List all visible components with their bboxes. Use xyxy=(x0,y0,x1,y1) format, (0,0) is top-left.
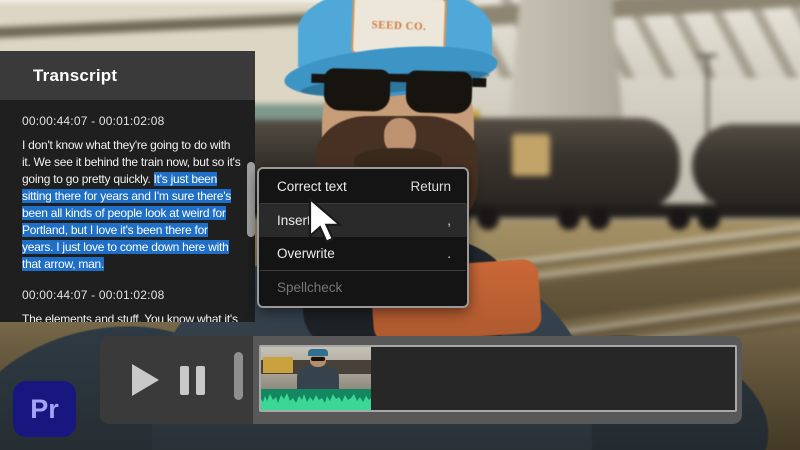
mini-speaker-cap xyxy=(308,349,328,356)
transcript-timecode: 00:00:44:07 - 00:01:02:08 xyxy=(22,114,165,128)
menu-item-shortcut: , xyxy=(447,213,451,228)
pause-icon xyxy=(195,365,205,395)
sunglasses-bridge xyxy=(384,73,413,83)
transcript-scrollbar[interactable] xyxy=(247,162,255,237)
cursor-arrow-icon xyxy=(308,196,343,244)
premiere-pro-screen: SEED CO. Transcript 00:00:44:07 - 00:01:… xyxy=(0,0,800,450)
transcript-panel-title: Transcript xyxy=(33,65,118,85)
pause-icon xyxy=(179,365,189,395)
sunglasses xyxy=(311,68,487,118)
menu-item-label: Spellcheck xyxy=(277,280,343,295)
premiere-pro-logo-text: Pr xyxy=(30,393,59,424)
menu-item-label: Insert xyxy=(277,213,311,228)
drag-handle[interactable] xyxy=(234,352,243,400)
play-button[interactable] xyxy=(126,362,162,398)
mini-speaker xyxy=(297,365,339,389)
premiere-pro-logo: Pr xyxy=(13,381,76,437)
play-icon xyxy=(132,364,159,396)
waveform-icon xyxy=(261,393,371,410)
player-controls xyxy=(100,336,253,424)
timeline-strip[interactable] xyxy=(259,345,737,412)
pause-button[interactable] xyxy=(174,362,210,398)
mouse-cursor-icon xyxy=(308,196,350,250)
transcript-segment[interactable]: The elements and stuff. You know what it… xyxy=(22,311,241,322)
transcript-text[interactable]: The elements and stuff. You know what it… xyxy=(22,312,238,322)
menu-item-overwrite[interactable]: Overwrite . xyxy=(259,237,467,270)
menu-item-shortcut: Return xyxy=(410,179,451,194)
menu-item-shortcut: . xyxy=(447,246,451,261)
menu-item-label: Correct text xyxy=(277,179,347,194)
sunglasses-lens xyxy=(323,68,391,112)
transcript-context-menu: Correct text Return Insert , Overwrite .… xyxy=(257,167,469,308)
sunglasses-lens xyxy=(405,70,473,114)
player-timeline-container xyxy=(253,336,742,424)
transcript-timecode: 00:00:44:07 - 00:01:02:08 xyxy=(22,288,165,302)
menu-item-insert[interactable]: Insert , xyxy=(259,204,467,237)
clip-thumbnail[interactable] xyxy=(261,347,371,410)
transcript-segment[interactable]: I don't know what they're going to do wi… xyxy=(22,137,241,273)
clip-video-frame xyxy=(261,347,371,389)
mini-speaker-sunglasses xyxy=(311,357,325,361)
sunglasses-temple xyxy=(472,77,487,88)
sunglasses-temple xyxy=(311,73,326,84)
menu-item-correct-text[interactable]: Correct text Return xyxy=(259,170,467,203)
transcript-panel: 00:00:44:07 - 00:01:02:08 I don't know w… xyxy=(0,100,255,322)
transcript-selected-text[interactable]: It's just been sitting there for years a… xyxy=(22,172,231,271)
audio-waveform xyxy=(261,389,371,410)
menu-item-spellcheck: Spellcheck xyxy=(259,271,467,304)
mini-boxcar xyxy=(263,357,293,373)
transcript-panel-header: Transcript xyxy=(0,51,255,100)
